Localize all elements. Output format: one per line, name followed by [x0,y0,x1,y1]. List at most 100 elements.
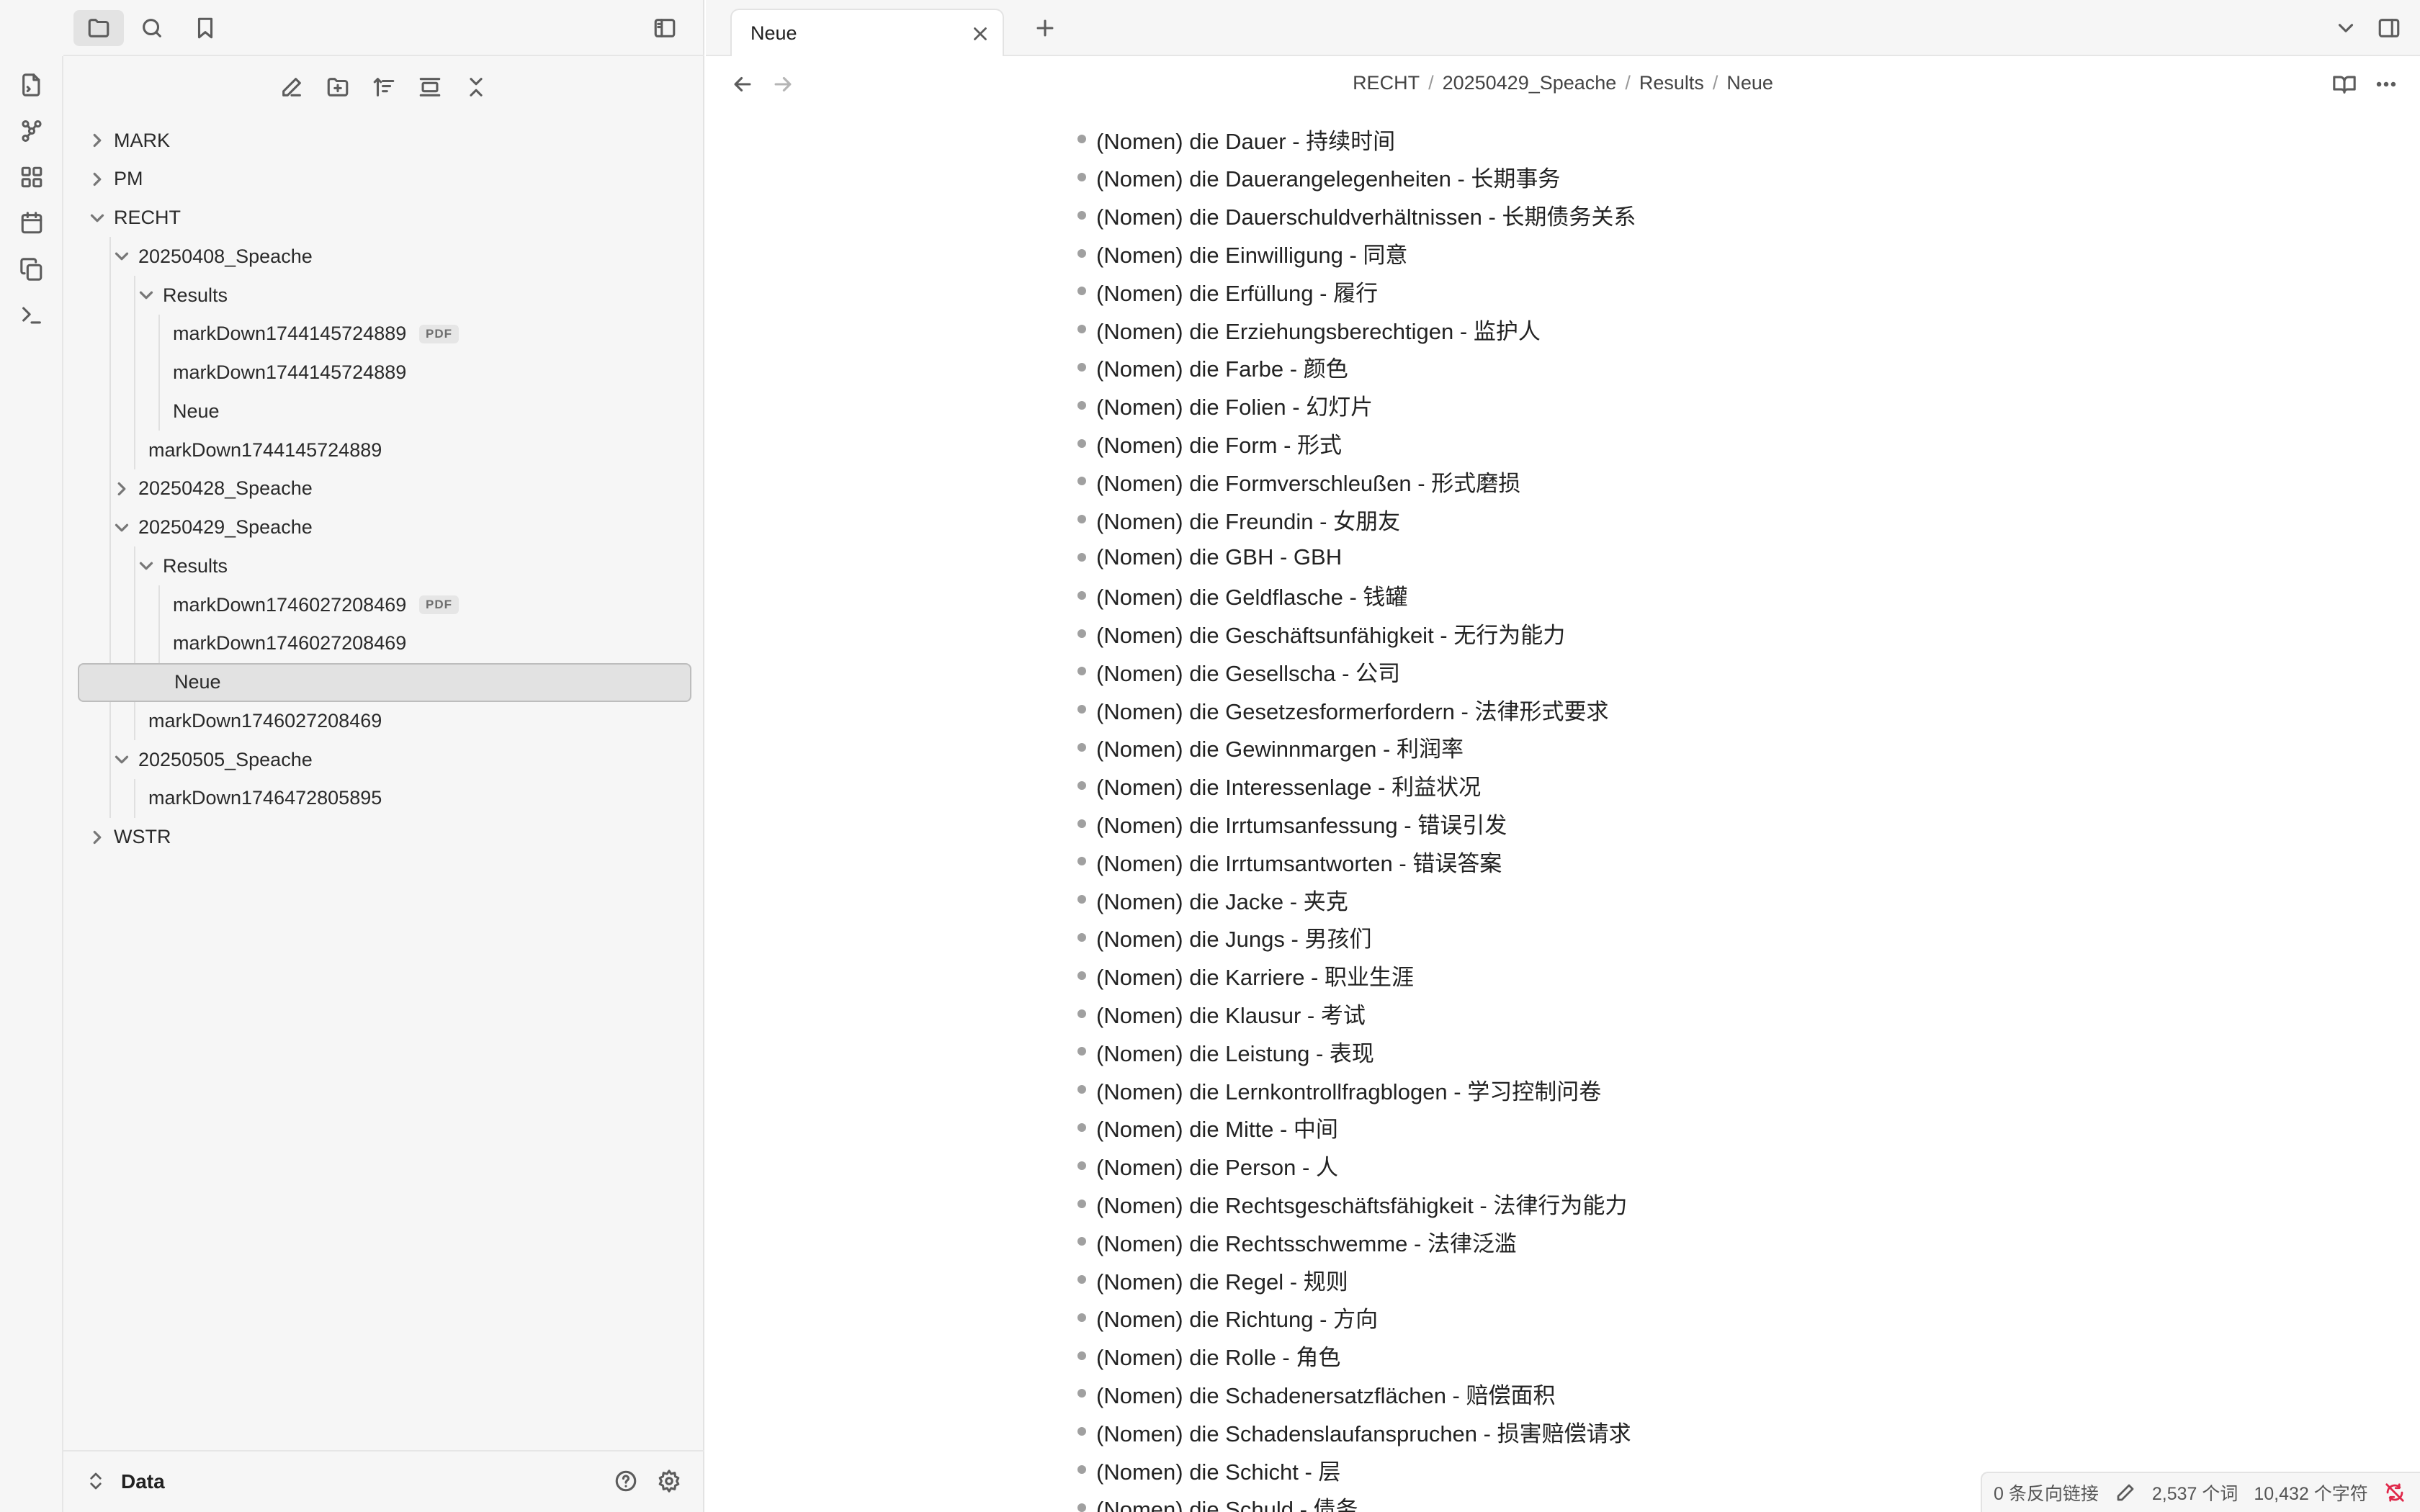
list-item[interactable]: (Nomen) die Jungs - 男孩们 [1075,919,1636,957]
collapse-all-icon[interactable] [458,69,494,105]
reading-view-icon[interactable] [2332,72,2357,96]
list-item[interactable]: (Nomen) die Rechtsschwemme - 法律泛滥 [1075,1223,1636,1261]
tree-folder-item[interactable]: 20250429_Speache [78,508,691,547]
list-item[interactable]: (Nomen) die Dauer - 持续时间 [1075,120,1636,158]
auto-reveal-icon[interactable] [412,69,448,105]
list-item[interactable]: (Nomen) die Gewinnmargen - 利润率 [1075,729,1636,767]
chevron-right-icon[interactable] [111,478,133,500]
sort-order-icon[interactable] [366,69,402,105]
templates-icon[interactable] [16,253,48,285]
note-content[interactable]: (Nomen) die Dauer - 持续时间 (Nomen) die Daue… [706,112,2420,1512]
new-note-icon[interactable] [274,69,310,105]
new-folder-icon[interactable] [320,69,356,105]
list-item[interactable]: (Nomen) die Klausur - 考试 [1075,994,1636,1032]
edit-mode-icon[interactable] [2115,1482,2136,1503]
list-item[interactable]: (Nomen) die Mitte - 中间 [1075,1109,1636,1147]
tree-folder-item[interactable]: WSTR [78,818,691,857]
command-palette-icon[interactable] [16,300,48,331]
tree-folder-item[interactable]: RECHT [78,199,691,238]
list-item[interactable]: (Nomen) die Farbe - 颜色 [1075,348,1636,387]
toggle-right-sidebar-icon[interactable] [2377,16,2401,40]
list-item[interactable]: (Nomen) die Jacke - 夹克 [1075,881,1636,919]
more-options-icon[interactable] [2374,72,2398,96]
list-item[interactable]: (Nomen) die Geschäftsunfähigkeit - 无行为能力 [1075,614,1636,652]
tree-folder-item[interactable]: 20250428_Speache [78,469,691,508]
list-item[interactable]: (Nomen) die Richtung - 方向 [1075,1299,1636,1337]
list-item[interactable]: (Nomen) die Person - 人 [1075,1146,1636,1184]
list-item[interactable]: (Nomen) die Schicht - 层 [1075,1451,1636,1489]
list-item[interactable]: (Nomen) die Schuld - 债务 [1075,1488,1636,1512]
daily-note-icon[interactable] [16,207,48,239]
chevron-down-icon[interactable] [111,246,133,267]
tree-file-item[interactable]: markDown1746472805895 [78,779,691,818]
tree-file-item[interactable]: markDown1744145724889 [78,431,691,469]
list-item[interactable]: (Nomen) die Geldflasche - 钱罐 [1075,576,1636,614]
list-item[interactable]: (Nomen) die Form - 形式 [1075,424,1636,462]
list-item[interactable]: (Nomen) die Irrtumsantworten - 错误答案 [1075,842,1636,881]
breadcrumb-item[interactable]: RECHT [1353,72,1420,94]
tree-file-item[interactable]: markDown1746027208469 [78,624,691,663]
tree-file-item[interactable]: markDown1744145724889 PDF [78,315,691,354]
list-item[interactable]: (Nomen) die Schadenersatzflächen - 赔偿面积 [1075,1374,1636,1413]
breadcrumb-item[interactable]: Results [1639,72,1704,94]
files-tab[interactable] [73,10,124,46]
sync-error-icon[interactable] [2384,1482,2406,1503]
list-item[interactable]: (Nomen) die Schadenslaufanspruchen - 损害赔… [1075,1413,1636,1451]
new-tab-icon[interactable] [1033,16,1057,40]
list-item[interactable]: (Nomen) die Lernkontrollfragblogen - 学习控… [1075,1071,1636,1109]
chevron-down-icon[interactable] [111,749,133,770]
list-item[interactable]: (Nomen) die Freundin - 女朋友 [1075,500,1636,539]
list-item[interactable]: (Nomen) die Karriere - 职业生涯 [1075,956,1636,994]
tab-neue[interactable]: Neue [730,9,1004,56]
list-item[interactable]: (Nomen) die Leistung - 表现 [1075,1032,1636,1071]
tree-folder-item[interactable]: Results [78,276,691,315]
canvas-icon[interactable] [16,161,48,193]
list-item[interactable]: (Nomen) die GBH - GBH [1075,539,1636,577]
list-item[interactable]: (Nomen) die Dauerschuldverhältnissen - 长… [1075,196,1636,234]
vault-switcher[interactable]: Data [63,1450,704,1512]
list-item[interactable]: (Nomen) die Irrtumsanfessung - 错误引发 [1075,804,1636,842]
chevron-down-icon[interactable] [135,284,157,306]
list-item[interactable]: (Nomen) die Rolle - 角色 [1075,1336,1636,1374]
close-tab-icon[interactable] [969,23,991,45]
list-item[interactable]: (Nomen) die Gesellscha - 公司 [1075,652,1636,690]
list-item[interactable]: (Nomen) die Rechtsgeschäftsfähigkeit - 法… [1075,1184,1636,1223]
help-icon[interactable] [614,1469,638,1493]
graph-view-icon[interactable] [16,115,48,147]
list-item[interactable]: (Nomen) die Folien - 幻灯片 [1075,386,1636,424]
quick-switcher-icon[interactable] [16,69,48,101]
list-item[interactable]: (Nomen) die Regel - 规则 [1075,1261,1636,1299]
tree-file-item[interactable]: Neue [78,392,691,431]
tree-folder-item[interactable]: PM [78,160,691,199]
search-tab[interactable] [127,10,177,46]
collapse-sidebar-icon[interactable] [640,10,690,46]
list-item[interactable]: (Nomen) die Formverschleußen - 形式磨损 [1075,462,1636,500]
tree-folder-item[interactable]: 20250408_Speache [78,237,691,276]
bookmarks-tab[interactable] [180,10,230,46]
tab-list-chevron-icon[interactable] [2334,16,2358,40]
tree-file-item[interactable]: markDown1746027208469 [78,701,691,740]
list-item[interactable]: (Nomen) die Erziehungsberechtigen - 监护人 [1075,310,1636,348]
tree-file-item[interactable]: Neue [78,662,691,702]
chevron-down-icon[interactable] [111,517,133,539]
breadcrumb-item[interactable]: 20250429_Speache [1443,72,1617,94]
list-item[interactable]: (Nomen) die Einwilligung - 同意 [1075,234,1636,272]
tree-folder-item[interactable]: MARK [78,121,691,160]
list-item-text: (Nomen) die Klausur - 考试 [1096,1003,1366,1029]
tree-file-item[interactable]: markDown1746027208469 PDF [78,585,691,624]
list-item[interactable]: (Nomen) die Gesetzesformerfordern - 法律形式… [1075,690,1636,729]
list-item[interactable]: (Nomen) die Interessenlage - 利益状况 [1075,766,1636,804]
settings-gear-icon[interactable] [657,1469,681,1493]
list-item[interactable]: (Nomen) die Dauerangelegenheiten - 长期事务 [1075,158,1636,197]
tree-file-item[interactable]: markDown1744145724889 [78,354,691,392]
chevron-down-icon[interactable] [135,555,157,577]
chevron-right-icon[interactable] [86,168,108,190]
tree-folder-item[interactable]: 20250505_Speache [78,740,691,779]
breadcrumb-item[interactable]: Neue [1726,72,1773,94]
chevron-down-icon[interactable] [86,207,108,229]
chevron-right-icon[interactable] [86,130,108,151]
list-item[interactable]: (Nomen) die Erfüllung - 履行 [1075,272,1636,310]
backlinks-count[interactable]: 0 条反向链接 [1994,1480,2099,1506]
tree-folder-item[interactable]: Results [78,546,691,585]
chevron-right-icon[interactable] [86,827,108,848]
